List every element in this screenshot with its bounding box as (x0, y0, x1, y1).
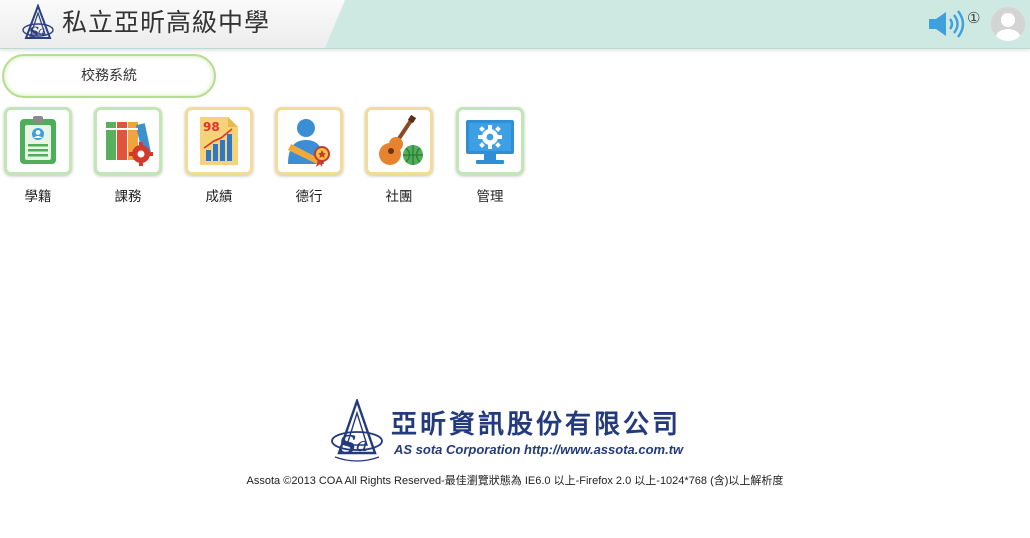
module-label: 成績 (205, 189, 233, 205)
user-avatar[interactable] (991, 7, 1025, 41)
module-icon-frame: 98 (185, 107, 253, 175)
module-icon-frame (4, 107, 72, 175)
school-title-panel: S a 私立亞昕高級中學 (0, 0, 345, 48)
score-chart-icon: 98 (200, 117, 238, 165)
module-label: 學籍 (24, 189, 52, 205)
svg-text:S: S (339, 430, 356, 459)
module-management[interactable]: 管理 (456, 107, 526, 205)
svg-text:98: 98 (203, 120, 220, 134)
company-name-chinese: 亞昕資訊股份有限公司 (391, 410, 682, 440)
module-student-records[interactable]: 學籍 (4, 107, 74, 205)
module-label: 德行 (295, 189, 323, 205)
module-course-affairs[interactable]: 課務 (94, 107, 164, 205)
notification-count[interactable]: ① (967, 9, 980, 27)
books-gear-icon (106, 122, 153, 166)
school-name: 私立亞昕高級中學 (62, 8, 271, 37)
module-label: 社團 (385, 189, 413, 205)
module-icon-frame (456, 107, 524, 175)
top-header: S a 私立亞昕高級中學 ① (0, 0, 1030, 49)
module-label: 課務 (114, 189, 142, 205)
system-selector[interactable]: 校務系統 (2, 54, 216, 98)
module-clubs[interactable]: 社團 (365, 107, 435, 205)
monitor-gear-icon (466, 120, 514, 164)
module-grades[interactable]: 98 成績 (185, 107, 255, 205)
copyright-notice: Assota ©2013 COA All Rights Reserved-最佳瀏… (246, 475, 784, 487)
svg-text:a: a (356, 432, 368, 456)
module-label: 管理 (476, 189, 504, 205)
student-id-icon (20, 116, 56, 164)
school-logo-icon: S a (22, 4, 54, 41)
module-conduct[interactable]: 德行 (275, 107, 345, 205)
module-icon-frame (94, 107, 162, 175)
module-icon-frame (365, 107, 433, 175)
svg-text:a: a (38, 24, 45, 38)
conduct-medal-icon (288, 119, 330, 167)
user-silhouette-icon (995, 13, 1021, 41)
guitar-ball-icon (379, 114, 423, 165)
company-logo-icon: S a (331, 399, 383, 462)
speaker-icon[interactable] (927, 9, 967, 39)
company-name-english-url: AS sota Corporation http://www.assota.co… (394, 442, 684, 457)
module-icon-frame (275, 107, 343, 175)
